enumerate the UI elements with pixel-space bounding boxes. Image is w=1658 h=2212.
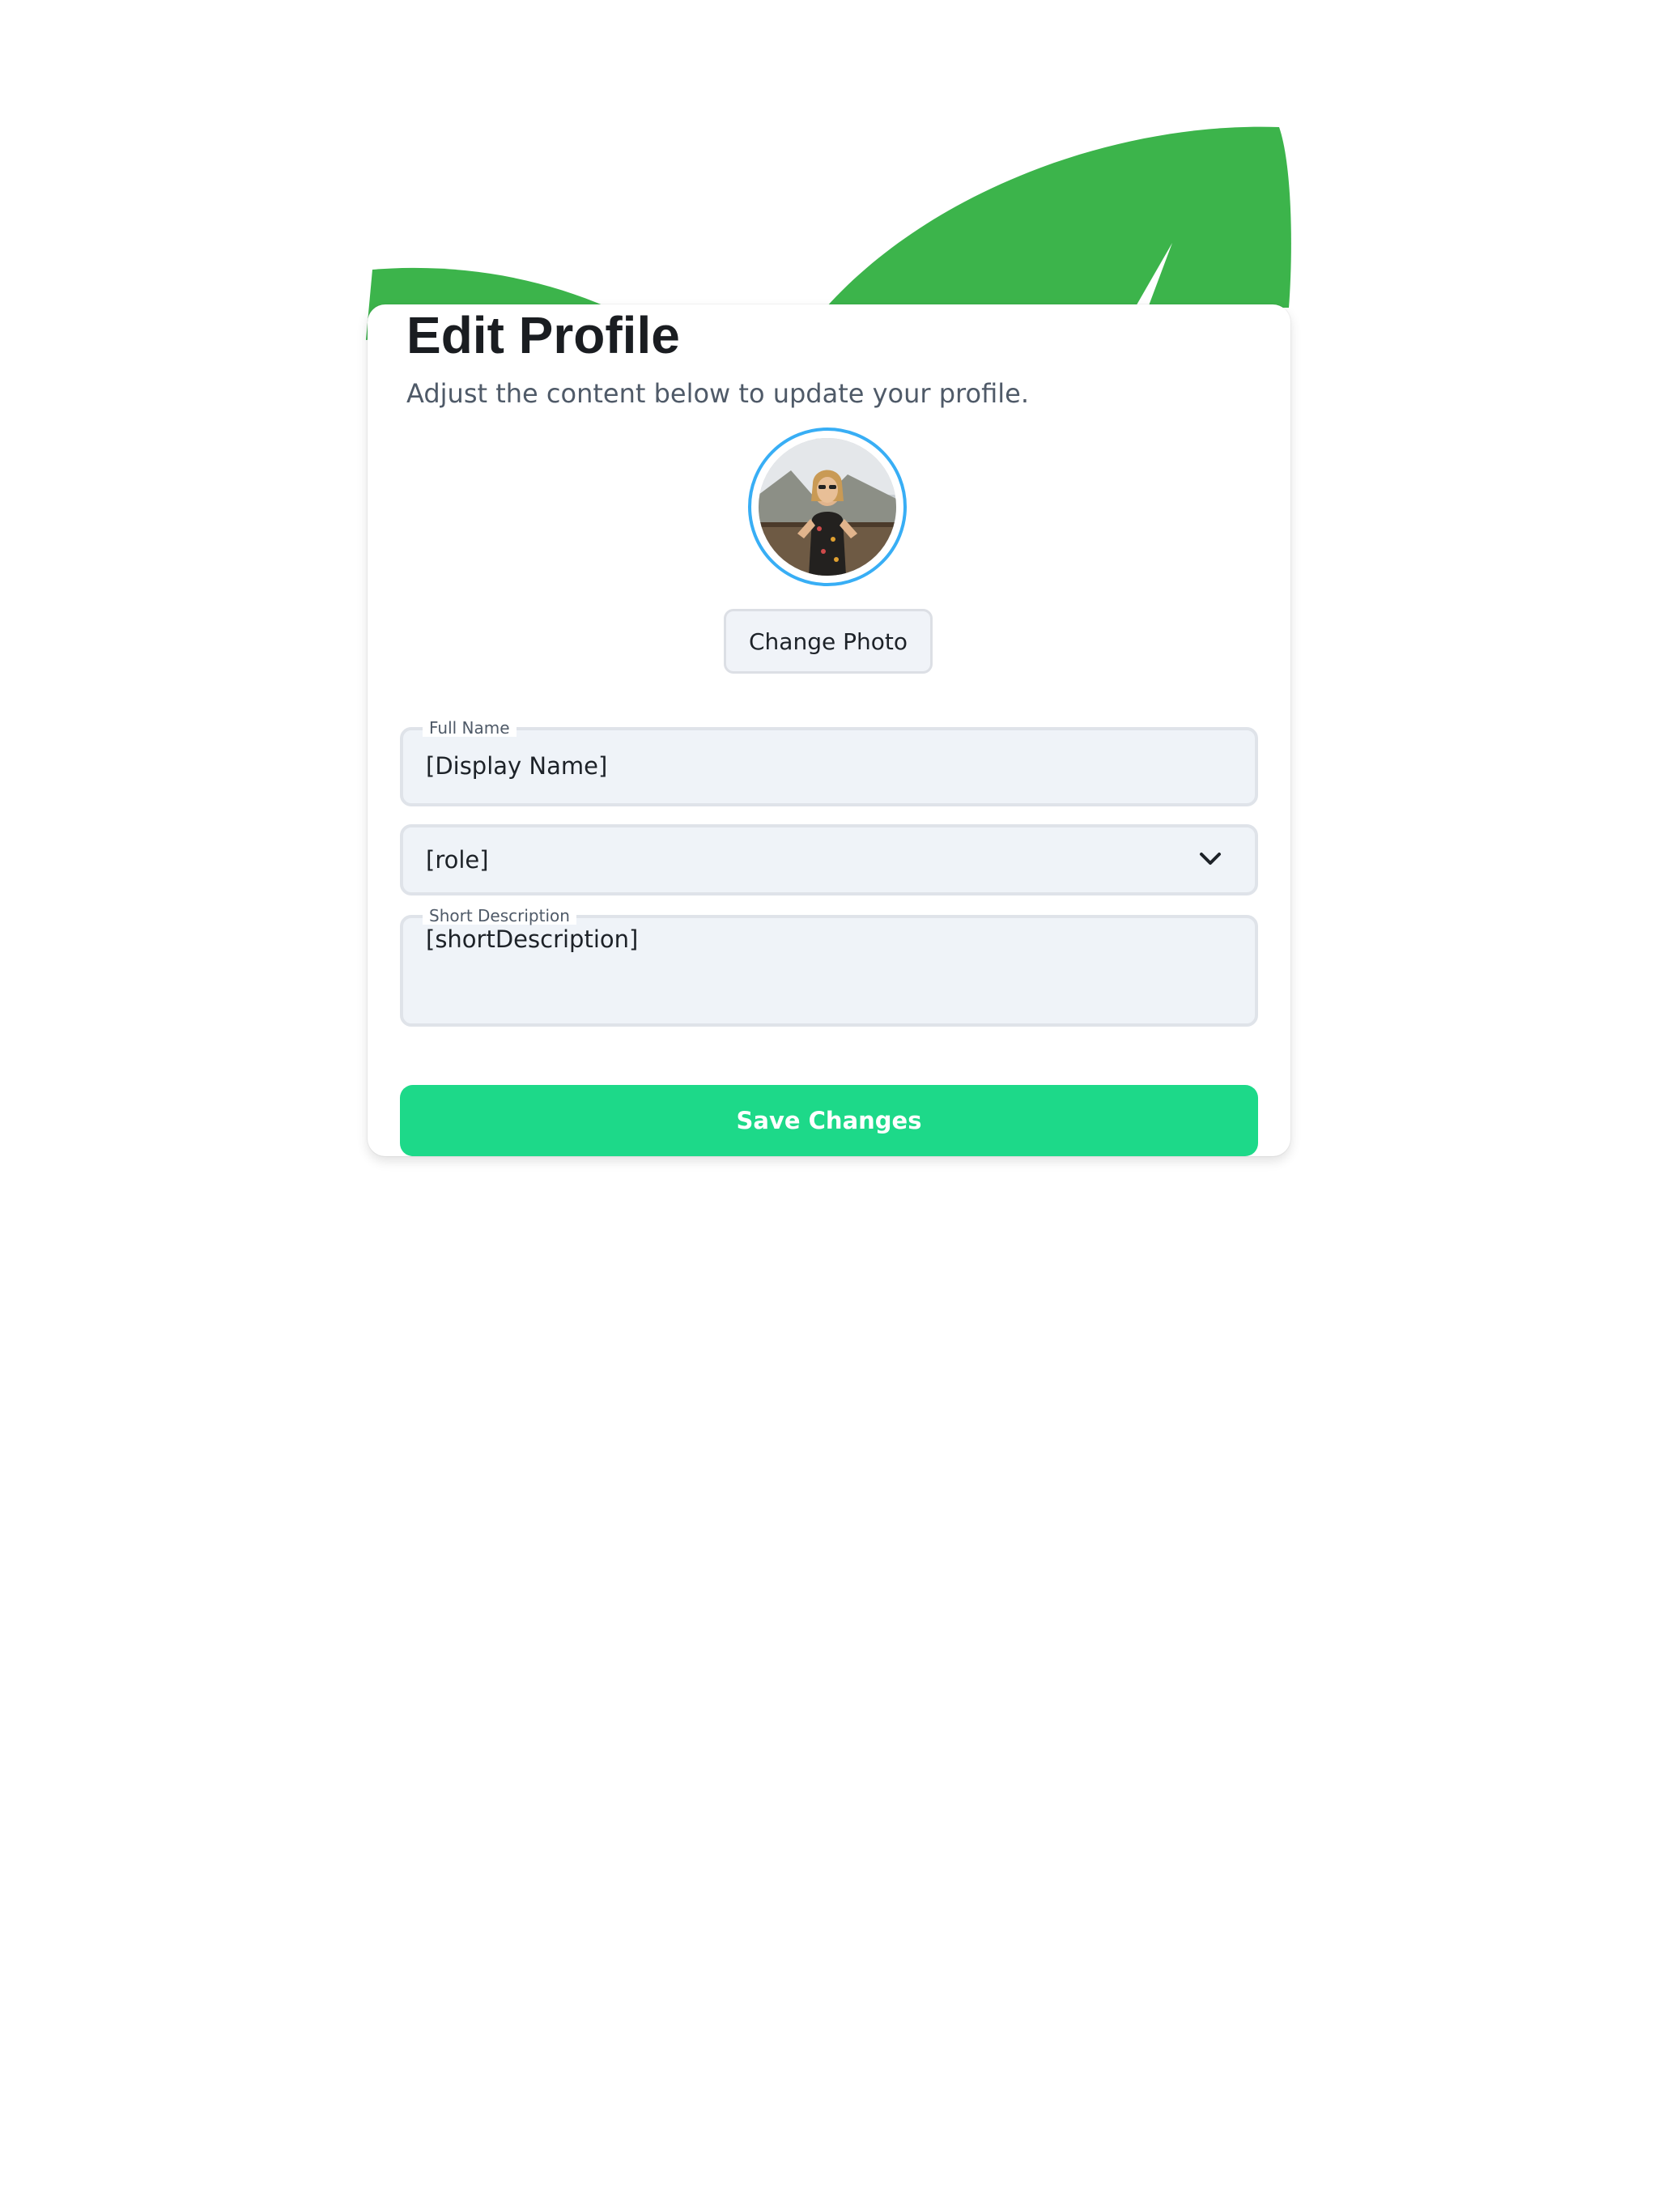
full-name-field[interactable]: Full Name [Display Name] <box>400 719 1258 806</box>
full-name-label: Full Name <box>423 719 517 737</box>
avatar-photo <box>759 438 896 576</box>
page-subtitle: Adjust the content below to update your … <box>406 378 1029 409</box>
short-description-field[interactable]: Short Description [shortDescription] <box>400 907 1258 1027</box>
avatar <box>748 428 907 586</box>
right-leaf <box>826 126 1291 308</box>
change-photo-button[interactable]: Change Photo <box>724 609 933 674</box>
chevron-down-icon[interactable] <box>1197 847 1224 870</box>
short-description-textarea[interactable]: [shortDescription] <box>426 925 638 954</box>
role-select-value[interactable]: [role] <box>426 845 489 874</box>
save-changes-button[interactable]: Save Changes <box>400 1085 1258 1156</box>
short-description-label: Short Description <box>423 907 576 925</box>
leaf-decoration <box>366 126 1291 340</box>
full-name-input[interactable]: [Display Name] <box>426 751 607 781</box>
role-select[interactable]: [role] <box>400 824 1258 895</box>
page-title: Edit Profile <box>406 306 680 364</box>
edit-profile-card: Edit Profile Adjust the content below to… <box>368 304 1290 1156</box>
